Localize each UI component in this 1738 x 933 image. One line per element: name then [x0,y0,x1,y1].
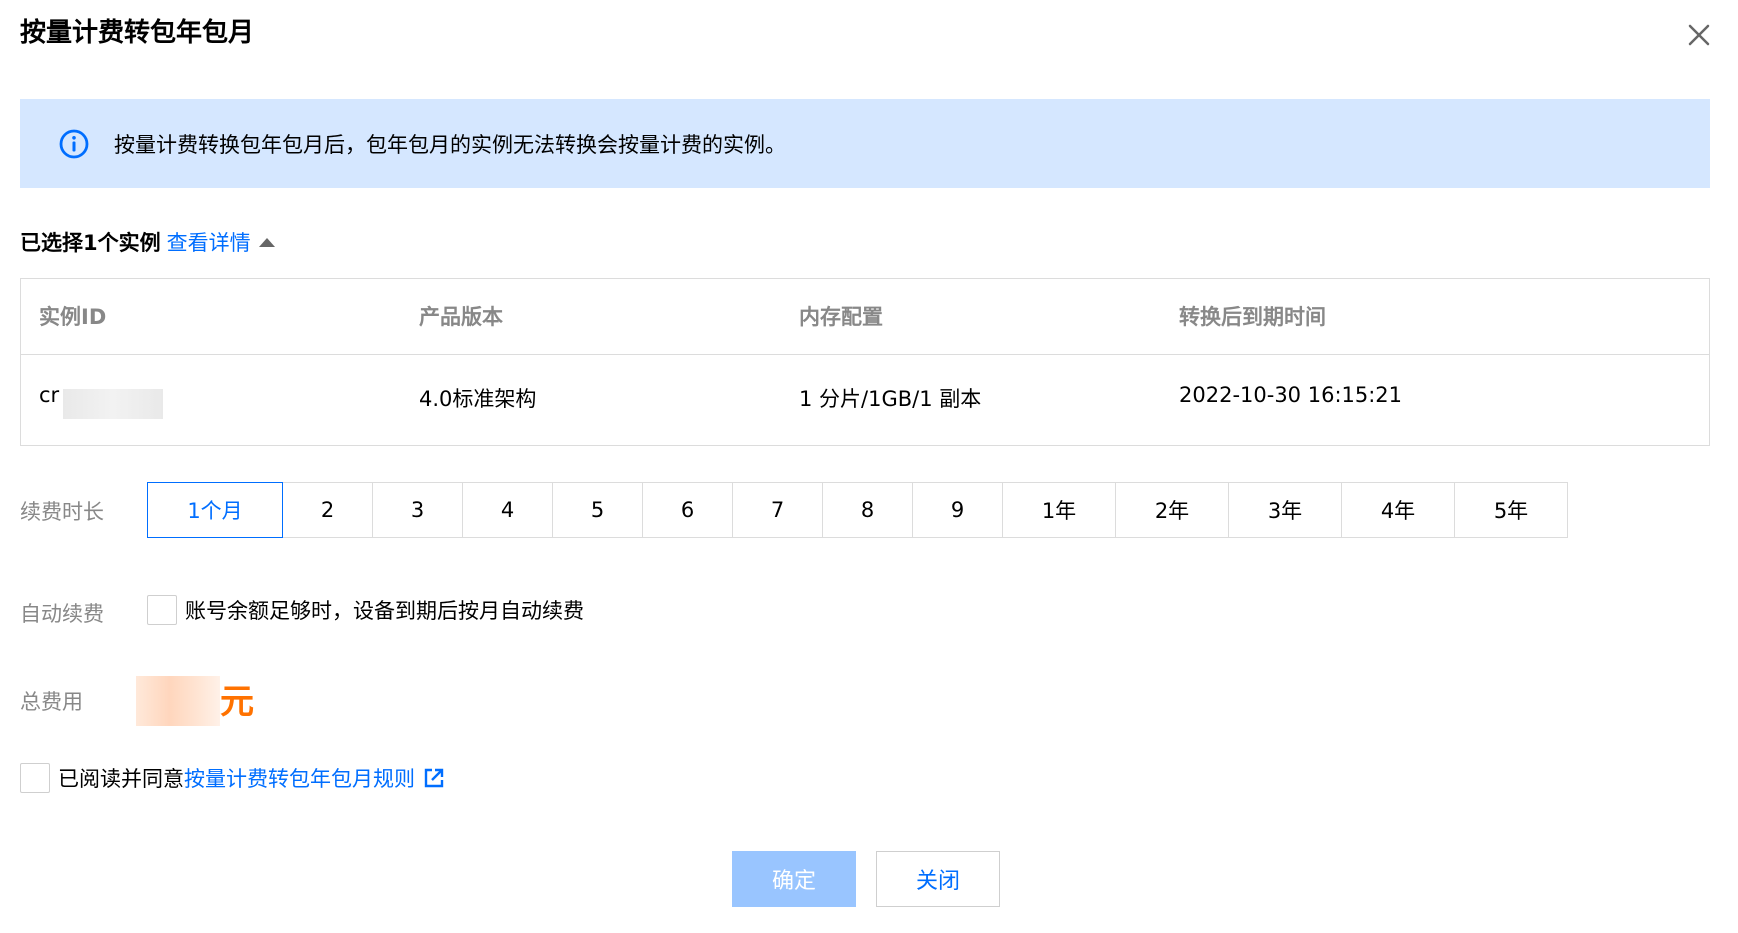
notice-text: 按量计费转换包年包月后，包年包月的实例无法转换会按量计费的实例。 [114,132,786,157]
duration-option-6[interactable]: 6 [642,482,733,538]
info-notice: 按量计费转换包年包月后，包年包月的实例无法转换会按量计费的实例。 [20,99,1710,188]
header-version: 产品版本 [419,305,503,329]
instance-table: 实例ID 产品版本 内存配置 转换后到期时间 cr 4.0标准架构 1 分片/1… [20,278,1710,446]
selected-summary: 已选择1个实例 查看详情 [20,226,275,260]
confirm-button[interactable]: 确定 [732,851,856,907]
instance-version: 4.0标准架构 [419,387,537,411]
auto-renew-checkbox[interactable] [147,595,177,625]
duration-option-7[interactable]: 7 [732,482,823,538]
header-instance-id: 实例ID [39,305,107,329]
close-button[interactable]: 关闭 [876,851,1000,907]
total-cost-label: 总费用 [20,690,83,714]
external-link-icon[interactable] [423,767,445,789]
duration-option-5-year[interactable]: 5年 [1454,482,1568,538]
agreement-row: 已阅读并同意 按量计费转包年包月规则 [20,763,445,793]
total-cost-unit: 元 [220,682,254,722]
auto-renew-text: 账号余额足够时，设备到期后按月自动续费 [185,599,584,623]
duration-option-2[interactable]: 2 [282,482,373,538]
instance-id-prefix: cr [39,383,60,407]
duration-option-3[interactable]: 3 [372,482,463,538]
duration-option-8[interactable]: 8 [822,482,913,538]
renew-duration-options: 1个月 2 3 4 5 6 7 8 9 1年 2年 3年 4年 5年 [147,482,1568,538]
agreement-checkbox[interactable] [20,763,50,793]
selected-count: 已选择1个实例 [20,231,161,255]
duration-option-4[interactable]: 4 [462,482,553,538]
duration-option-9[interactable]: 9 [912,482,1003,538]
caret-up-icon[interactable] [258,237,275,247]
instance-expire: 2022-10-30 16:15:21 [1179,383,1403,407]
duration-option-1-month[interactable]: 1个月 [147,482,283,538]
duration-option-4-year[interactable]: 4年 [1341,482,1455,538]
renew-duration-label: 续费时长 [20,500,104,524]
instance-memory: 1 分片/1GB/1 副本 [799,387,982,411]
header-expire: 转换后到期时间 [1179,305,1326,329]
total-cost-redacted [136,676,220,726]
instance-id-redacted [63,389,163,419]
auto-renew-label: 自动续费 [20,602,104,626]
dialog-title: 按量计费转包年包月 [20,18,255,48]
agreement-text: 已阅读并同意 [58,767,184,791]
duration-option-5[interactable]: 5 [552,482,643,538]
agreement-rules-link[interactable]: 按量计费转包年包月规则 [184,763,415,793]
duration-option-1-year[interactable]: 1年 [1002,482,1116,538]
info-icon [59,129,89,158]
view-details-link[interactable]: 查看详情 [167,226,251,260]
header-memory: 内存配置 [799,305,883,329]
duration-option-3-year[interactable]: 3年 [1228,482,1342,538]
duration-option-2-year[interactable]: 2年 [1115,482,1229,538]
auto-renew-row: 账号余额足够时，设备到期后按月自动续费 [147,595,584,625]
close-icon[interactable] [1684,20,1714,50]
